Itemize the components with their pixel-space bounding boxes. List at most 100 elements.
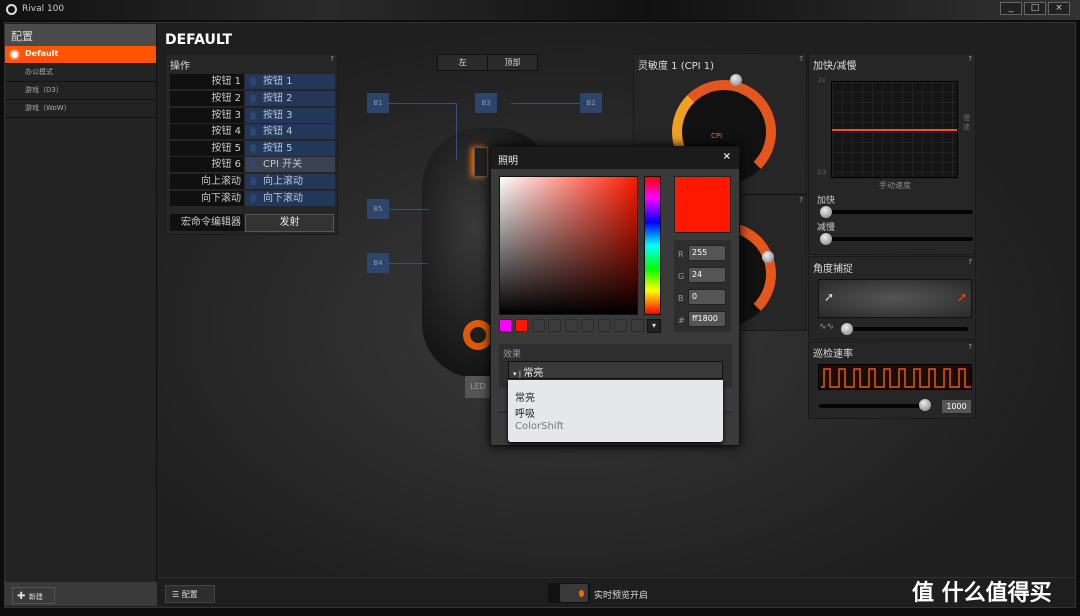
fire-button[interactable]: 发射	[245, 214, 334, 232]
recent-color-swatch[interactable]	[515, 319, 528, 332]
angle-title: 角度捕捉	[813, 264, 853, 275]
cpi-knob[interactable]	[730, 74, 742, 86]
button-label: 按钮 2	[170, 91, 244, 106]
effect-label: 效果	[503, 350, 522, 360]
action-select[interactable]: 按钮 3	[245, 108, 335, 123]
empty-swatch[interactable]	[581, 319, 594, 332]
logo-led-icon	[463, 320, 493, 350]
minimize-button[interactable]: _	[1000, 2, 1022, 15]
new-config-button[interactable]: ✚ 新建	[12, 587, 55, 604]
tab-top[interactable]: 顶部	[488, 55, 537, 70]
dialog-header: 照明 ×	[491, 147, 739, 169]
led-button[interactable]: LED	[465, 376, 491, 398]
close-icon[interactable]: ×	[723, 151, 731, 162]
accel-label: 加快	[817, 196, 836, 206]
help-icon[interactable]: ?	[968, 55, 972, 63]
maximize-button[interactable]: □	[1024, 2, 1046, 15]
new-label: 新建	[28, 593, 43, 601]
action-select[interactable]: 向上滚动	[245, 174, 335, 189]
connector-line	[389, 263, 427, 264]
effect-option-breathe[interactable]: 呼吸	[508, 403, 723, 420]
b-input[interactable]: 0	[688, 289, 726, 305]
effect-selected: 常亮	[523, 368, 544, 379]
action-select[interactable]: 按钮 5	[245, 141, 335, 156]
sidebar-item-wow[interactable]: 游戏（WoW）	[5, 100, 156, 118]
polling-slider[interactable]	[819, 404, 931, 408]
hue-slider[interactable]	[644, 176, 661, 315]
decel-slider[interactable]	[821, 237, 973, 241]
color-saturation-picker[interactable]	[499, 176, 638, 315]
help-icon[interactable]: ?	[799, 55, 803, 63]
empty-swatch[interactable]	[631, 319, 644, 332]
action-select[interactable]: 按钮 2	[245, 91, 335, 106]
empty-swatch[interactable]	[598, 319, 611, 332]
connector-line	[389, 209, 429, 210]
mouse-button-b1[interactable]: B1	[367, 93, 389, 113]
decel-knob[interactable]	[820, 233, 832, 245]
recent-color-swatch[interactable]	[499, 319, 512, 332]
more-colors-dropdown-icon[interactable]: ▾	[647, 319, 661, 333]
effect-select[interactable]: ▾ | 常亮	[508, 361, 723, 379]
min-label: 1/2	[817, 169, 827, 176]
sidebar-item-office[interactable]: 办公模式	[5, 64, 156, 82]
connector-line	[456, 103, 457, 160]
help-icon[interactable]: ?	[968, 258, 972, 266]
action-row: 按钮 3 按钮 3	[170, 108, 335, 123]
max-label: 2x	[818, 77, 826, 84]
scroll-wheel	[474, 147, 488, 177]
cursor-icon: ➚	[824, 290, 835, 304]
action-row: 按钮 5 按钮 5	[170, 141, 335, 156]
decel-label: 减慢	[817, 223, 836, 233]
live-preview-toggle[interactable]	[548, 583, 590, 603]
actions-title: 操作	[170, 61, 190, 72]
close-button[interactable]: ×	[1048, 2, 1070, 15]
polling-value[interactable]: 1000	[941, 399, 972, 414]
g-input[interactable]: 24	[688, 267, 726, 283]
empty-swatch[interactable]	[565, 319, 578, 332]
mouse-button-b2[interactable]: B2	[580, 93, 602, 113]
side-label: 慢速	[963, 114, 970, 131]
mouse-button-b3[interactable]: B3	[475, 93, 497, 113]
cpi-knob-2[interactable]	[762, 251, 774, 263]
action-select[interactable]: 向下滚动	[245, 191, 335, 206]
accel-slider[interactable]	[821, 210, 973, 214]
action-row: 向上滚动 向上滚动	[170, 174, 335, 189]
plus-icon: ✚	[17, 591, 29, 602]
empty-swatch[interactable]	[532, 319, 545, 332]
tab-left[interactable]: 左	[438, 55, 488, 70]
button-label: 向上滚动	[170, 174, 244, 189]
angle-preview: ➚ ➚	[818, 279, 972, 318]
accel-knob[interactable]	[820, 206, 832, 218]
wave-icon: ∿∿	[819, 322, 835, 332]
mouse-button-b4[interactable]: B4	[367, 253, 389, 273]
watermark-logo: 值 什么值得买	[912, 581, 1052, 606]
button-label: 按钮 4	[170, 124, 244, 139]
effect-option-colorshift[interactable]: ColorShift	[508, 419, 723, 435]
page-title: DEFAULT	[165, 32, 233, 48]
effect-option-solid[interactable]: 常亮	[508, 387, 723, 404]
help-icon[interactable]: ?	[330, 55, 334, 63]
action-select[interactable]: 按钮 1	[245, 74, 335, 89]
action-select[interactable]: CPI 开关	[245, 157, 335, 172]
config-button[interactable]: ☰ 配置	[165, 585, 215, 603]
mouse-button-b5[interactable]: B5	[367, 199, 389, 219]
help-icon[interactable]: ?	[799, 196, 803, 204]
action-row: 按钮 4 按钮 4	[170, 124, 335, 139]
button-label: 按钮 1	[170, 74, 244, 89]
sidebar-header: 配置	[5, 24, 156, 46]
action-select[interactable]: 按钮 4	[245, 124, 335, 139]
hex-input[interactable]: ff1800	[688, 311, 726, 327]
live-preview-label: 实时预览开启	[594, 591, 649, 601]
empty-swatch[interactable]	[614, 319, 627, 332]
x-axis-label: 手动速度	[879, 181, 911, 190]
angle-knob[interactable]	[841, 323, 853, 335]
title-bar: Rival 100 _ □ ×	[0, 0, 1080, 20]
empty-swatch[interactable]	[548, 319, 561, 332]
angle-slider[interactable]	[842, 327, 968, 331]
sidebar-item-d3[interactable]: 游戏（D3）	[5, 82, 156, 100]
polling-knob[interactable]	[919, 399, 931, 411]
r-input[interactable]: 255	[688, 245, 726, 261]
action-row: 按钮 6 CPI 开关	[170, 157, 335, 172]
sidebar-item-default[interactable]: Default	[5, 46, 156, 64]
help-icon[interactable]: ?	[968, 343, 972, 351]
